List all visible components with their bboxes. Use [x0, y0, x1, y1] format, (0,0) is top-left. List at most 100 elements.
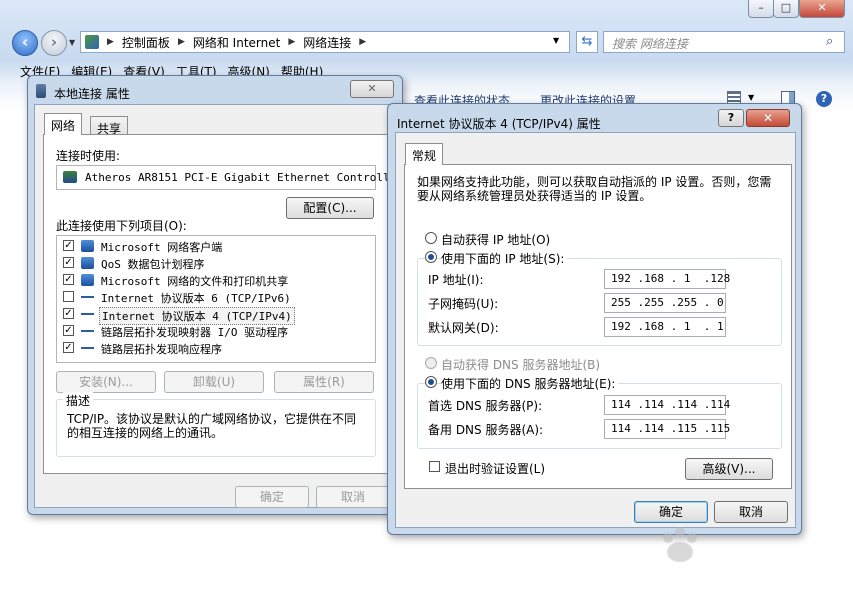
items-label: 此连接使用下列项目(O):: [56, 219, 187, 233]
adapter-box: Atheros AR8151 PCI-E Gigabit Ethernet Co…: [56, 165, 390, 190]
general-tab-panel: 如果网络支持此功能，则可以获取自动指派的 IP 设置。否则，您需要从网络系统管理…: [404, 164, 792, 489]
ip-address-field[interactable]: 192 .168 . 1 .128: [604, 269, 730, 289]
intro-text: 如果网络支持此功能，则可以获取自动指派的 IP 设置。否则，您需要从网络系统管理…: [417, 175, 772, 203]
baidu-logo-icon: [663, 527, 697, 562]
adapter-icon: [63, 171, 77, 183]
dialog-title: Internet 协议版本 4 (TCP/IPv4) 属性: [397, 117, 601, 131]
help-button[interactable]: ?: [718, 109, 744, 127]
minimize-button[interactable]: –: [748, 0, 774, 18]
use-ip-radio[interactable]: [425, 251, 437, 263]
connect-using-label: 连接时使用:: [56, 149, 121, 163]
subnet-mask-label: 子网掩码(U):: [428, 297, 499, 311]
close-icon[interactable]: ✕: [350, 80, 394, 98]
network-tab-panel: 连接时使用: Atheros AR8151 PCI-E Gigabit Ethe…: [43, 134, 390, 474]
gateway-label: 默认网关(D):: [428, 321, 499, 335]
close-window-button[interactable]: ✕: [799, 0, 845, 18]
dialog-body: 网络 共享 连接时使用: Atheros AR8151 PCI-E Gigabi…: [34, 104, 396, 508]
advanced-button[interactable]: 高级(V)...: [685, 458, 773, 480]
breadcrumb-network-connections[interactable]: 网络连接: [303, 34, 351, 51]
subnet-mask-field[interactable]: 255 .255 .255 . 0: [604, 293, 726, 313]
view-dropdown-icon[interactable]: ▼: [748, 93, 754, 102]
configure-button[interactable]: 配置(C)...: [286, 197, 374, 219]
breadcrumb-arrow-icon: ▶: [288, 37, 296, 47]
item-checkbox[interactable]: ✓: [63, 274, 74, 285]
item-checkbox[interactable]: ✓: [63, 325, 74, 336]
address-dropdown-icon[interactable]: ▼: [553, 36, 559, 45]
client-service-icon: [81, 274, 94, 286]
item-checkbox[interactable]: ✓: [63, 240, 74, 251]
breadcrumb-control-panel[interactable]: 控制面板: [122, 34, 170, 51]
list-item[interactable]: ✓ 链路层拓扑发现映射器 I/O 驱动程序: [59, 323, 373, 339]
component-list: ✓ Microsoft 网络客户端 ✓ QoS 数据包计划程序 ✓ Microsoft 网…: [56, 235, 376, 363]
breadcrumb-network-internet[interactable]: 网络和 Internet: [193, 34, 280, 51]
tab-sharing[interactable]: 共享: [90, 116, 129, 136]
dialog-title: 本地连接 属性: [54, 87, 130, 101]
forward-button[interactable]: ›: [41, 30, 67, 56]
network-adapter-icon: [36, 84, 46, 98]
back-button[interactable]: ‹: [12, 30, 38, 56]
alternate-dns-label: 备用 DNS 服务器(A):: [428, 423, 544, 437]
item-label: Microsoft 网络客户端: [101, 241, 223, 254]
search-icon[interactable]: ⌕: [826, 34, 833, 49]
local-connection-properties-dialog: 本地连接 属性 ✕ 网络 共享 连接时使用: Atheros AR8151 PC…: [27, 75, 403, 515]
item-checkbox[interactable]: ✓: [63, 342, 74, 353]
list-item[interactable]: Internet 协议版本 6 (TCP/IPv6): [59, 289, 373, 305]
use-dns-label: 使用下面的 DNS 服务器地址(E):: [441, 375, 619, 392]
gateway-field[interactable]: 192 .168 . 1 . 1: [604, 317, 726, 337]
client-service-icon: [81, 257, 94, 269]
breadcrumb-arrow-icon: ▶: [177, 37, 185, 47]
dialog-body: 常规 如果网络支持此功能，则可以获取自动指派的 IP 设置。否则，您需要从网络系…: [395, 132, 796, 528]
tab-general[interactable]: 常规: [405, 143, 444, 165]
preferred-dns-label: 首选 DNS 服务器(P):: [428, 399, 543, 413]
install-button[interactable]: 安装(N)...: [56, 371, 156, 393]
item-label: 链路层拓扑发现映射器 I/O 驱动程序: [101, 326, 289, 339]
validate-label: 退出时验证设置(L): [445, 462, 546, 476]
auto-ip-radio[interactable]: [425, 232, 437, 244]
help-icon[interactable]: ?: [816, 91, 832, 107]
list-item[interactable]: ✓ Internet 协议版本 4 (TCP/IPv4): [59, 306, 373, 325]
cancel-button[interactable]: 取消: [316, 486, 390, 508]
list-item[interactable]: ✓ Microsoft 网络的文件和打印机共享: [59, 272, 373, 288]
control-panel-icon: [85, 35, 99, 49]
uninstall-button[interactable]: 卸载(U): [164, 371, 264, 393]
preferred-dns-field[interactable]: 114 .114 .114 .114: [604, 395, 730, 415]
search-input[interactable]: 搜索 网络连接: [603, 31, 845, 53]
protocol-icon: [81, 330, 94, 332]
address-bar[interactable]: ▶ 控制面板 ▶ 网络和 Internet ▶ 网络连接 ▶: [80, 31, 570, 53]
client-service-icon: [81, 240, 94, 252]
protocol-icon: [81, 313, 94, 315]
list-item[interactable]: ✓ 链路层拓扑发现响应程序: [59, 340, 373, 356]
maximize-button[interactable]: □: [773, 0, 799, 18]
item-label: Microsoft 网络的文件和打印机共享: [101, 275, 289, 288]
dns-group: [417, 383, 782, 449]
item-checkbox[interactable]: ✓: [63, 257, 74, 268]
protocol-icon: [81, 347, 94, 349]
list-item[interactable]: ✓ Microsoft 网络客户端: [59, 238, 373, 254]
breadcrumb-arrow-icon: ▶: [359, 37, 367, 47]
protocol-icon: [81, 296, 94, 298]
auto-ip-label: 自动获得 IP 地址(O): [441, 233, 551, 247]
auto-dns-radio[interactable]: [425, 357, 437, 369]
validate-checkbox[interactable]: [429, 461, 440, 472]
tab-network[interactable]: 网络: [44, 113, 83, 135]
breadcrumb-arrow-icon: ▶: [107, 37, 114, 47]
refresh-icon[interactable]: ⇆: [576, 31, 598, 53]
use-dns-radio[interactable]: [425, 376, 437, 388]
baidu-watermark: [650, 520, 810, 578]
item-checkbox[interactable]: [63, 291, 74, 302]
item-checkbox[interactable]: ✓: [63, 308, 74, 319]
close-icon[interactable]: ✕: [746, 109, 790, 127]
item-label: QoS 数据包计划程序: [101, 258, 205, 271]
description-group: 描述 TCP/IP。该协议是默认的广域网络协议，它提供在不同的相互连接的网络上的…: [56, 392, 376, 457]
ok-button[interactable]: 确定: [235, 486, 309, 508]
description-text: TCP/IP。该协议是默认的广域网络协议，它提供在不同的相互连接的网络上的通讯。: [67, 412, 357, 440]
description-label: 描述: [63, 392, 94, 409]
item-label: 链路层拓扑发现响应程序: [101, 343, 222, 356]
ipv4-properties-dialog: Internet 协议版本 4 (TCP/IPv4) 属性 ? ✕ 常规 如果网…: [387, 103, 802, 535]
properties-button[interactable]: 属性(R): [274, 371, 374, 393]
recent-pages-icon[interactable]: ▼: [69, 38, 75, 47]
list-item[interactable]: ✓ QoS 数据包计划程序: [59, 255, 373, 271]
alternate-dns-field[interactable]: 114 .114 .115 .115: [604, 419, 730, 439]
ip-address-label: IP 地址(I):: [428, 273, 484, 287]
use-ip-label: 使用下面的 IP 地址(S):: [441, 250, 568, 267]
